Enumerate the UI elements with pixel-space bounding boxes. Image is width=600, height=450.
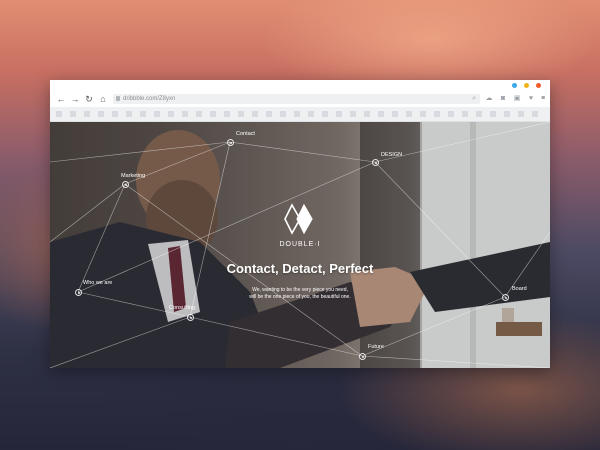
home-button[interactable]: ⌂ — [98, 93, 108, 105]
bookmark-item[interactable] — [56, 111, 62, 117]
bookmark-item[interactable] — [504, 111, 510, 117]
bookmark-item[interactable] — [406, 111, 412, 117]
bookmark-item[interactable] — [350, 111, 356, 117]
bookmark-item[interactable] — [476, 111, 482, 117]
bookmark-item[interactable] — [70, 111, 76, 117]
heart-icon[interactable]: ♥ — [527, 95, 535, 103]
node-label-consulting[interactable]: Consulting — [169, 305, 195, 312]
search-input[interactable]: ⌕ — [298, 94, 480, 104]
bookmark-item[interactable] — [266, 111, 272, 117]
bookmark-item[interactable] — [322, 111, 328, 117]
bookmark-item[interactable] — [168, 111, 174, 117]
node-who-we-are[interactable] — [75, 289, 82, 296]
title-bar — [50, 80, 550, 91]
bookmark-item[interactable] — [182, 111, 188, 117]
node-consulting[interactable] — [187, 314, 194, 321]
bookmark-item[interactable] — [420, 111, 426, 117]
window-button-blue[interactable] — [512, 83, 517, 88]
node-label-design[interactable]: DESIGN — [381, 152, 402, 159]
reload-button[interactable]: ↻ — [84, 93, 94, 105]
forward-button[interactable]: → — [70, 93, 80, 105]
bookmark-item[interactable] — [238, 111, 244, 117]
bookmark-item[interactable] — [196, 111, 202, 117]
bookmark-item[interactable] — [336, 111, 342, 117]
bookmark-item[interactable] — [84, 111, 90, 117]
node-design[interactable] — [372, 159, 379, 166]
bookmark-item[interactable] — [154, 111, 160, 117]
node-contact[interactable] — [227, 139, 234, 146]
bookmark-item[interactable] — [364, 111, 370, 117]
bookmark-item[interactable] — [112, 111, 118, 117]
bookmark-item[interactable] — [252, 111, 258, 117]
bookmark-item[interactable] — [294, 111, 300, 117]
camera-icon[interactable]: ◙ — [499, 95, 507, 103]
node-label-contact[interactable]: Contact — [236, 131, 255, 138]
lock-icon — [116, 96, 120, 101]
node-label-marketing[interactable]: Marketing — [121, 173, 145, 180]
node-label-board[interactable]: Board — [512, 286, 527, 293]
bookmark-item[interactable] — [224, 111, 230, 117]
browser-toolbar: ← → ↻ ⌂ dribbble.com/Z8yxn ☆ ⌕ ☁ ◙ ▣ ♥ ≡ — [50, 91, 550, 107]
download-icon[interactable]: ☁ — [485, 95, 493, 103]
bookmark-item[interactable] — [462, 111, 468, 117]
bookmark-item[interactable] — [448, 111, 454, 117]
bookmark-item[interactable] — [532, 111, 538, 117]
bookmark-item[interactable] — [392, 111, 398, 117]
bookmark-item[interactable] — [434, 111, 440, 117]
bookmark-item[interactable] — [518, 111, 524, 117]
tagline-line-2: will be the one piece of you, the beauti… — [249, 294, 351, 300]
bookmark-item[interactable] — [126, 111, 132, 117]
double-i-logo[interactable] — [284, 203, 314, 235]
bookmark-item[interactable] — [308, 111, 314, 117]
hero-headline: Contact, Detact, Perfect — [226, 261, 374, 276]
bookmark-item[interactable] — [98, 111, 104, 117]
node-label-who-we-are[interactable]: Who we are — [83, 280, 112, 287]
url-text: dribbble.com/Z8yxn — [123, 96, 176, 102]
bookmark-item[interactable] — [280, 111, 286, 117]
minimize-button[interactable] — [524, 83, 529, 88]
back-button[interactable]: ← — [56, 93, 66, 105]
tagline-line-1: We, wanting to be the very piece you nee… — [252, 287, 348, 293]
browser-window: ← → ↻ ⌂ dribbble.com/Z8yxn ☆ ⌕ ☁ ◙ ▣ ♥ ≡ — [50, 80, 550, 368]
search-icon: ⌕ — [472, 95, 476, 102]
node-label-future[interactable]: Future — [368, 344, 384, 351]
bookmark-item[interactable] — [140, 111, 146, 117]
bookmarks-bar — [50, 107, 550, 122]
bookmark-item[interactable] — [210, 111, 216, 117]
website-hero: Contact DESIGN Marketing Who we are Cons… — [50, 122, 550, 368]
image-icon[interactable]: ▣ — [513, 95, 521, 103]
brand-name: DOUBLE·I — [279, 241, 321, 248]
node-future[interactable] — [359, 353, 366, 360]
close-button[interactable] — [536, 83, 541, 88]
bookmark-item[interactable] — [490, 111, 496, 117]
hero-tagline: We, wanting to be the very piece you nee… — [200, 287, 400, 301]
node-marketing[interactable] — [122, 181, 129, 188]
node-board[interactable] — [502, 294, 509, 301]
bookmark-item[interactable] — [378, 111, 384, 117]
menu-icon[interactable]: ≡ — [539, 95, 547, 103]
